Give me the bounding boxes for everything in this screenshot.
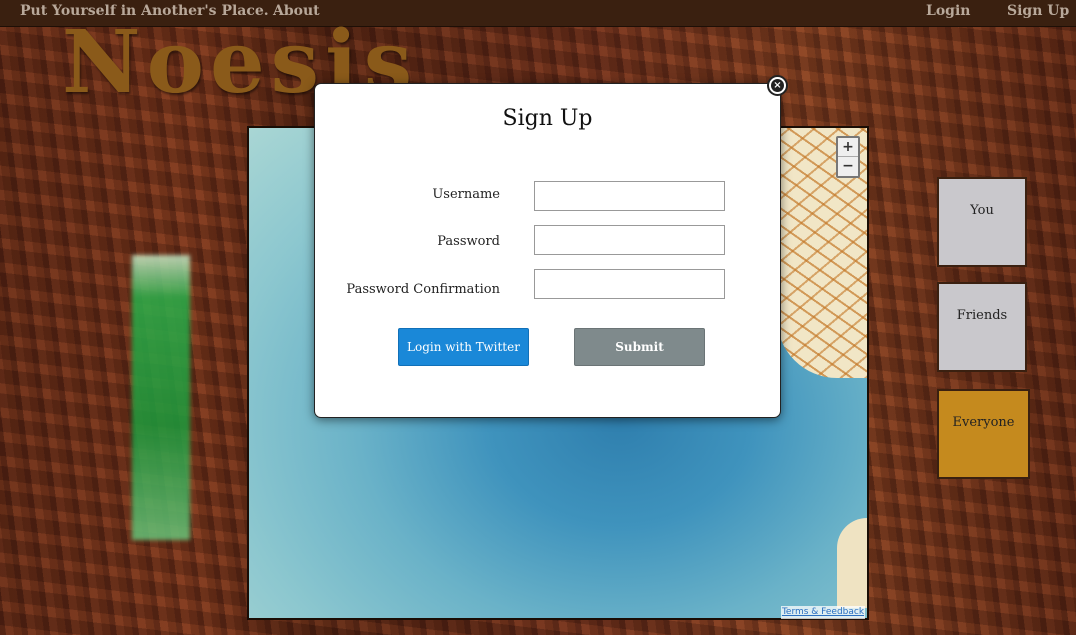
modal-title: Sign Up (502, 106, 593, 131)
password-input[interactable] (534, 225, 725, 255)
username-input[interactable] (534, 181, 725, 211)
filter-everyone-button[interactable]: Everyone (937, 389, 1030, 479)
submit-button[interactable]: Submit (574, 328, 705, 366)
signup-modal: Sign Up Username Password Password Confi… (314, 83, 781, 418)
filter-friends-button[interactable]: Friends (937, 282, 1027, 372)
nav-signup-link[interactable]: Sign Up (1007, 3, 1069, 19)
map-zoom-control: + − (836, 136, 860, 178)
zoom-in-button[interactable]: + (838, 138, 858, 157)
username-label: Username (432, 187, 500, 202)
password-label: Password (437, 234, 500, 249)
password-confirmation-label: Password Confirmation (346, 282, 500, 297)
password-confirmation-input[interactable] (534, 269, 725, 299)
filter-you-button[interactable]: You (937, 177, 1027, 267)
zoom-out-button[interactable]: − (838, 157, 858, 176)
close-icon: × (771, 79, 784, 92)
map-land-area-south (837, 518, 867, 608)
nav-login-link[interactable]: Login (926, 3, 970, 19)
decorative-green-strip (132, 255, 190, 540)
terms-feedback-link[interactable]: Terms & Feedback (781, 606, 865, 619)
modal-close-button[interactable]: × (767, 75, 788, 96)
login-with-twitter-button[interactable]: Login with Twitter (398, 328, 529, 366)
